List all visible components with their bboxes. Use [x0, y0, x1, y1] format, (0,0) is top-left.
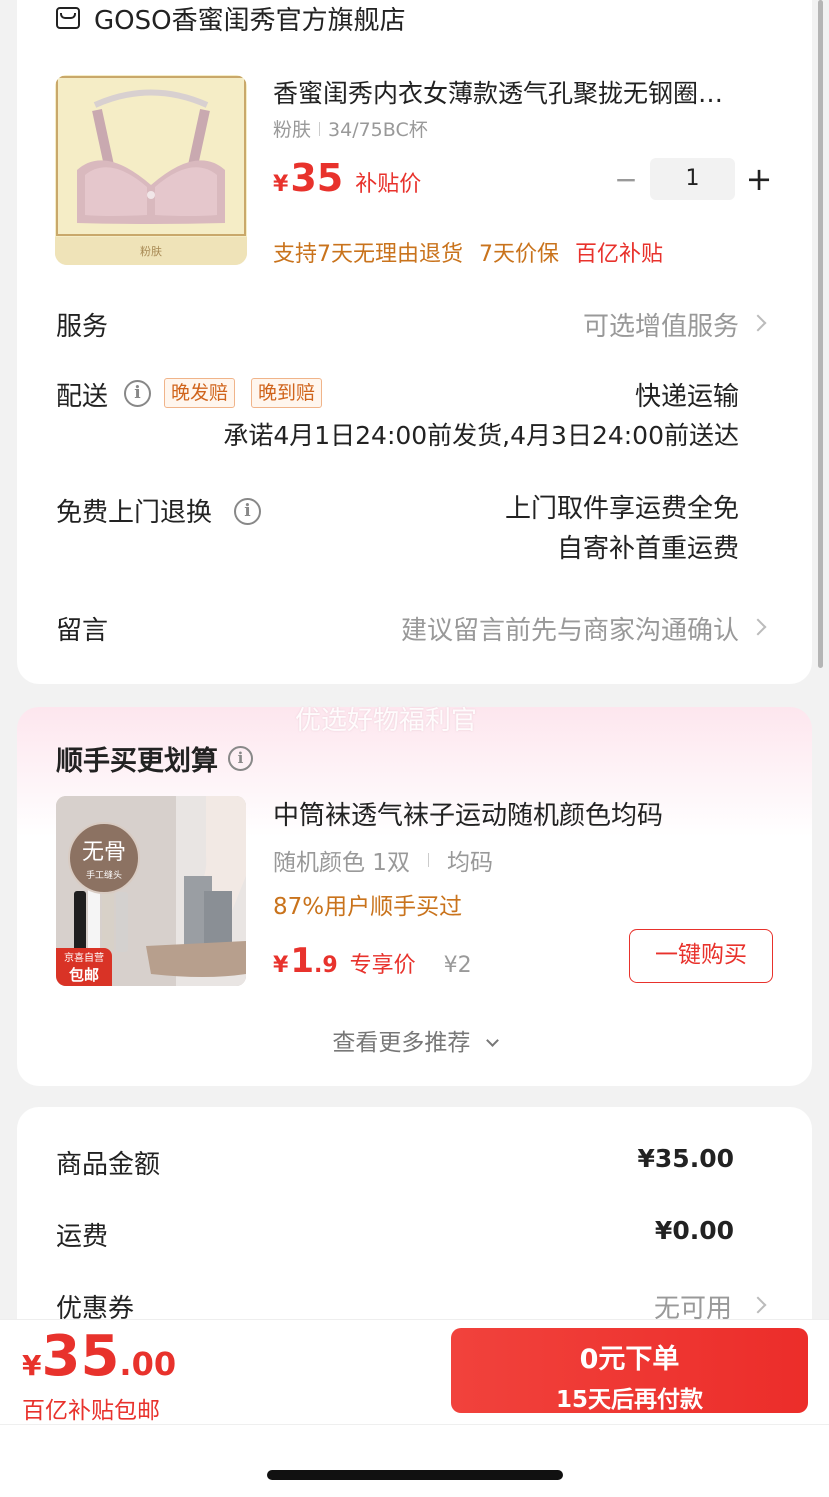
- return-service-line2: 自寄补首重运费: [556, 534, 739, 564]
- recommend-social-proof: 87%用户顺手买过: [273, 894, 463, 920]
- store-name: GOSO香蜜闺秀官方旗舰店: [94, 5, 406, 36]
- delivery-method: 快递运输: [634, 382, 739, 412]
- message-row[interactable]: 留言 建议留言前先与商家沟通确认: [17, 604, 812, 650]
- chevron-right-icon: [749, 1296, 767, 1314]
- stamp-sub: 手工缝头: [85, 871, 122, 881]
- guarantee-price-protect: 7天价保: [479, 242, 559, 267]
- qty-input[interactable]: 1: [650, 158, 735, 200]
- chevron-right-icon: [749, 618, 767, 636]
- recommend-title-text: 顺手买更划算: [56, 746, 218, 777]
- see-more-label: 查看更多推荐: [332, 1030, 471, 1056]
- total-subtitle: 百亿补贴包邮: [22, 1398, 160, 1424]
- message-label: 留言: [56, 616, 109, 646]
- badge-top: 京喜自营: [64, 953, 104, 964]
- total-currency: ¥: [22, 1349, 42, 1382]
- home-indicator[interactable]: [267, 1470, 563, 1480]
- recommend-price-label: 专享价: [349, 953, 416, 978]
- price-currency: ¥: [273, 172, 289, 197]
- guarantee-row: 支持7天无理由退货 7天价保 百亿补贴: [273, 236, 663, 268]
- recommend-price: ¥ 1 .9 专享价 ¥2: [273, 941, 472, 981]
- info-icon[interactable]: i: [124, 380, 151, 407]
- service-value: 可选增值服务: [582, 312, 739, 342]
- recommend-price-currency: ¥: [273, 953, 289, 978]
- spec-color: 粉肤: [273, 119, 312, 141]
- one-click-buy-button[interactable]: 一键购买: [629, 929, 773, 983]
- spec-divider: [427, 853, 429, 867]
- price-label: 补贴价: [355, 172, 422, 197]
- return-service-row: 免费上门退换 i 上门取件享运费全免 自寄补首重运费: [17, 492, 812, 572]
- submit-line1: 0元下单: [579, 1344, 680, 1375]
- spec-size: 34/75BC杯: [328, 119, 428, 141]
- price-value: 35: [290, 156, 344, 200]
- product-image-caption: 粉肤: [140, 245, 162, 258]
- submit-line2: 15天后再付款: [555, 1387, 703, 1413]
- return-service-line1: 上门取件享运费全免: [504, 494, 739, 524]
- recommend-spec-size: 均码: [446, 850, 493, 876]
- delivery-row: 配送 i 晚发赔 晚到赔 快递运输 承诺4月1日24:00前发货,4月3日24:…: [17, 376, 812, 456]
- chevron-right-icon: [749, 314, 767, 332]
- bottom-divider: [0, 1424, 829, 1425]
- badge-bottom: 包邮: [68, 966, 99, 984]
- info-icon[interactable]: i: [228, 746, 253, 771]
- scrollbar[interactable]: [818, 0, 823, 668]
- store-icon: [56, 7, 80, 29]
- recommend-product-spec: 随机颜色 1双 均码: [273, 843, 493, 877]
- recommend-product-title[interactable]: 中筒袜透气袜子运动随机颜色均码: [273, 795, 663, 832]
- bra-illustration: [55, 75, 247, 265]
- total-price: ¥ 35 .00: [22, 1324, 176, 1389]
- product-title[interactable]: 香蜜闺秀内衣女薄款透气孔聚拢无钢圈…: [273, 74, 793, 110]
- qty-plus-button[interactable]: +: [739, 160, 779, 198]
- late-arrive-tag: 晚到赔: [251, 378, 323, 408]
- recommend-card: 优选好物福利官 顺手买更划算 i 无骨 手工缝头 京喜自营 包邮 中筒袜透气袜子…: [17, 706, 812, 1086]
- goods-amount-value: ¥35.00: [637, 1144, 734, 1173]
- bottom-bar: ¥ 35 .00 百亿补贴包邮 0元下单 15天后再付款: [0, 1319, 829, 1497]
- stamp-badge: 无骨 手工缝头: [68, 822, 140, 894]
- guarantee-return: 支持7天无理由退货: [273, 242, 463, 267]
- return-service-label: 免费上门退换: [56, 498, 213, 528]
- spec-divider: [319, 121, 321, 136]
- delivery-label: 配送: [56, 382, 109, 412]
- quantity-stepper: − 1 +: [610, 157, 779, 201]
- service-row[interactable]: 服务 可选增值服务: [17, 300, 812, 346]
- chevron-down-icon: [485, 1034, 499, 1047]
- recommend-price-dec: .9: [313, 953, 338, 978]
- product-price: ¥ 35 补贴价: [273, 156, 421, 200]
- recommend-spec-color: 随机颜色 1双: [273, 850, 410, 876]
- shipping-label: 运费: [56, 1222, 109, 1252]
- product-image[interactable]: 粉肤: [55, 75, 247, 265]
- stamp-main: 无骨: [81, 840, 126, 865]
- delivery-promise: 承诺4月1日24:00前发货,4月3日24:00前送达: [223, 421, 739, 450]
- shipping-value: ¥0.00: [654, 1216, 734, 1245]
- free-shipping-badge: 京喜自营 包邮: [56, 948, 112, 986]
- order-card: GOSO香蜜闺秀官方旗舰店 粉肤 香蜜闺秀内衣女薄款透气孔聚拢无钢圈… 粉肤 3…: [17, 0, 812, 684]
- product-spec[interactable]: 粉肤 34/75BC杯: [273, 115, 428, 142]
- recommend-price-int: 1: [290, 941, 314, 981]
- service-label: 服务: [56, 312, 109, 342]
- store-header[interactable]: GOSO香蜜闺秀官方旗舰店: [56, 0, 406, 36]
- submit-order-button[interactable]: 0元下单 15天后再付款: [451, 1328, 808, 1413]
- late-ship-tag: 晚发赔: [164, 378, 236, 408]
- qty-minus-button[interactable]: −: [610, 163, 642, 196]
- message-input[interactable]: 建议留言前先与商家沟通确认: [401, 610, 739, 647]
- recommend-banner: 优选好物福利官: [295, 706, 478, 736]
- info-icon[interactable]: i: [234, 498, 261, 525]
- total-dec: .00: [119, 1345, 177, 1383]
- total-int: 35: [41, 1324, 120, 1389]
- see-more-recommend[interactable]: 查看更多推荐: [17, 1023, 812, 1057]
- recommend-product-image[interactable]: 无骨 手工缝头 京喜自营 包邮: [56, 796, 246, 986]
- recommend-original-price: ¥2: [443, 953, 472, 978]
- subsidy-tag: 百亿补贴: [575, 242, 664, 267]
- goods-amount-label: 商品金额: [56, 1150, 161, 1180]
- recommend-title: 顺手买更划算 i: [56, 739, 253, 778]
